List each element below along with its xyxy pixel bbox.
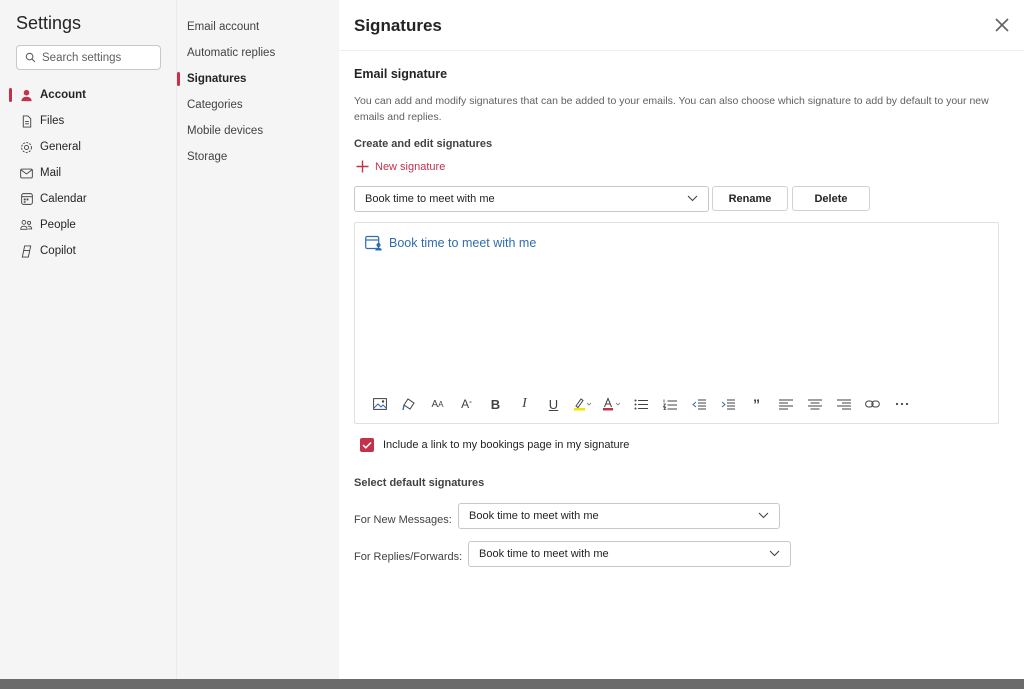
nav-item-files[interactable]: Files (0, 108, 177, 134)
signature-link[interactable]: Book time to meet with me (389, 236, 536, 250)
nav-item-people[interactable]: People (0, 212, 177, 238)
subnav-item-signatures[interactable]: Signatures (177, 66, 337, 92)
section-title: Email signature (354, 67, 448, 81)
link-icon[interactable] (858, 393, 887, 415)
align-left-icon[interactable] (771, 393, 800, 415)
account-subnav: Email account Automatic replies Signatur… (177, 0, 339, 679)
decrease-indent-icon[interactable] (684, 393, 713, 415)
font-color-icon[interactable] (597, 393, 626, 415)
font-size-icon[interactable]: AA (423, 393, 452, 415)
replies-forwards-value: Book time to meet with me (479, 548, 609, 560)
chevron-down-icon (758, 512, 769, 519)
search-icon (25, 52, 36, 63)
section-description: You can add and modify signatures that c… (354, 95, 989, 123)
new-messages-select[interactable]: Book time to meet with me (458, 503, 780, 529)
people-icon (20, 219, 33, 232)
nav-label: Copilot (40, 245, 76, 257)
search-box[interactable] (16, 45, 161, 70)
new-messages-value: Book time to meet with me (469, 510, 599, 522)
settings-title: Settings (16, 13, 82, 33)
default-signatures-label: Select default signatures (354, 477, 485, 489)
delete-button[interactable]: Delete (792, 186, 870, 211)
settings-sidebar: Settings Account Files General Mail (0, 0, 177, 679)
insert-picture-icon[interactable] (365, 393, 394, 415)
more-options-icon[interactable] (887, 393, 916, 415)
superscript-icon[interactable]: A ° (452, 393, 481, 415)
settings-nav: Account Files General Mail Calendar Peop… (0, 82, 177, 264)
bookings-link-label: Include a link to my bookings page in my… (383, 439, 630, 451)
align-right-icon[interactable] (829, 393, 858, 415)
rename-button[interactable]: Rename (712, 186, 788, 211)
person-icon (20, 89, 33, 102)
format-toolbar: AA A ° B I U ” (365, 393, 916, 415)
nav-label: General (40, 141, 81, 153)
checkmark-icon (362, 441, 372, 449)
page-title: Signatures (354, 16, 442, 35)
numbering-icon[interactable] (655, 393, 684, 415)
chevron-down-icon (769, 550, 780, 557)
chevron-down-icon (687, 195, 698, 202)
signature-select[interactable]: Book time to meet with me (354, 186, 709, 212)
new-signature-button[interactable]: New signature (356, 160, 445, 173)
subnav-item-automatic-replies[interactable]: Automatic replies (187, 40, 337, 66)
background-strip (0, 679, 1024, 689)
highlight-icon[interactable] (568, 393, 597, 415)
nav-label: Mail (40, 167, 62, 179)
create-signatures-label: Create and edit signatures (354, 138, 493, 150)
bold-icon[interactable]: B (481, 393, 510, 415)
nav-item-general[interactable]: General (0, 134, 177, 160)
nav-item-mail[interactable]: Mail (0, 160, 177, 186)
editor-content[interactable]: Book time to meet with me (365, 235, 536, 251)
align-center-icon[interactable] (800, 393, 829, 415)
signature-select-value: Book time to meet with me (365, 193, 495, 205)
subnav-item-mobile-devices[interactable]: Mobile devices (187, 118, 337, 144)
close-button[interactable] (992, 15, 1012, 35)
gear-icon (20, 141, 33, 154)
plus-icon (356, 160, 369, 173)
settings-dialog: Settings Account Files General Mail (0, 0, 1024, 679)
copilot-icon (20, 244, 33, 258)
bookings-calendar-icon (365, 235, 382, 251)
nav-label: Account (40, 89, 86, 101)
bookings-link-checkbox[interactable] (360, 438, 374, 452)
new-messages-label: For New Messages: (354, 514, 452, 526)
replies-forwards-label: For Replies/Forwards: (354, 551, 463, 563)
quote-icon[interactable]: ” (742, 393, 771, 415)
new-signature-label: New signature (375, 160, 446, 173)
nav-item-calendar[interactable]: Calendar (0, 186, 177, 212)
calendar-icon (20, 193, 33, 206)
close-icon (995, 18, 1009, 32)
nav-label: Files (40, 115, 65, 127)
nav-item-copilot[interactable]: Copilot (0, 238, 177, 264)
file-icon (20, 114, 33, 128)
nav-label: Calendar (40, 193, 87, 205)
signature-editor[interactable]: Book time to meet with me AA A ° B I U ” (354, 222, 999, 424)
increase-indent-icon[interactable] (713, 393, 742, 415)
subnav-item-categories[interactable]: Categories (187, 92, 337, 118)
search-input[interactable] (42, 51, 152, 64)
header-divider (339, 50, 1024, 51)
signatures-panel: Signatures Email signature You can add a… (339, 0, 1024, 679)
subnav-item-storage[interactable]: Storage (187, 144, 337, 170)
underline-icon[interactable]: U (539, 393, 568, 415)
nav-item-account[interactable]: Account (0, 82, 177, 108)
nav-label: People (40, 219, 76, 231)
replies-forwards-select[interactable]: Book time to meet with me (468, 541, 791, 567)
mail-icon (20, 167, 33, 180)
bookings-link-option: Include a link to my bookings page in my… (360, 438, 629, 452)
subnav-item-email-account[interactable]: Email account (187, 14, 337, 40)
bullets-icon[interactable] (626, 393, 655, 415)
italic-icon[interactable]: I (510, 393, 539, 415)
format-painter-icon[interactable] (394, 393, 423, 415)
